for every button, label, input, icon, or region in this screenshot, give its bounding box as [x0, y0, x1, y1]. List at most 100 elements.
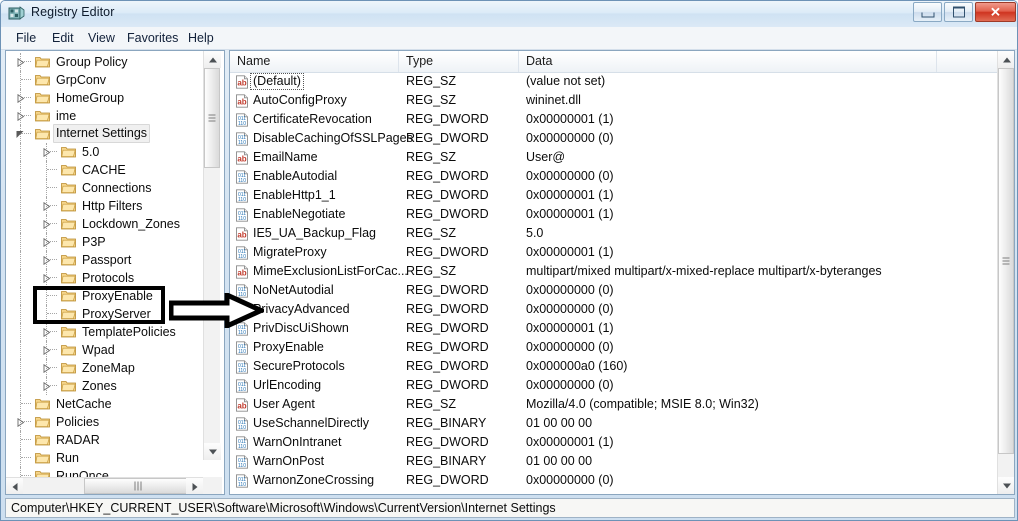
tree-node-passport[interactable]: Passport [6, 251, 202, 269]
tree-node-internet-settings[interactable]: Internet Settings [6, 124, 202, 143]
tree-node-policies[interactable]: Policies [6, 413, 202, 431]
tree-node-proxyserver[interactable]: ProxyServer [6, 305, 202, 323]
tree-node-http-filters[interactable]: Http Filters [6, 197, 202, 215]
tree-node-run[interactable]: Run [6, 449, 202, 467]
registry-value-row[interactable]: 011 110 ProxyEnable REG_DWORD 0x00000000 (0) [230, 338, 1014, 357]
tree-expander-expanded-icon[interactable] [16, 130, 25, 139]
tree-node-protocols[interactable]: Protocols [6, 269, 202, 287]
tree-node-zonemap[interactable]: ZoneMap [6, 359, 202, 377]
registry-value-row[interactable]: ab EmailName REG_SZ User@ [230, 148, 1014, 167]
tree-node-wpad[interactable]: Wpad [6, 341, 202, 359]
tree-vertical-scrollbar[interactable] [203, 51, 221, 460]
menu-view[interactable]: View [81, 30, 122, 47]
list-scroll-down-button[interactable] [998, 477, 1014, 494]
tree-expander-collapsed-icon[interactable] [42, 328, 51, 337]
registry-value-row[interactable]: ab (Default) REG_SZ (value not set) [230, 72, 1014, 91]
column-header-data[interactable]: Data [519, 51, 937, 72]
registry-value-row[interactable]: 011 110 UrlEncoding REG_DWORD 0x00000000 (0) [230, 376, 1014, 395]
tree-expander-collapsed-icon[interactable] [42, 238, 51, 247]
tree-scroll-up-button[interactable] [204, 51, 221, 68]
minimize-button[interactable] [913, 2, 942, 22]
tree-horizontal-scroll-thumb[interactable] [84, 478, 192, 494]
registry-value-row[interactable]: 011 110 MigrateProxy REG_DWORD 0x00000001 (1… [230, 243, 1014, 262]
registry-value-row[interactable]: 011 110 EnableHttp1_1 REG_DWORD 0x00000001 (… [230, 186, 1014, 205]
tree-expander-collapsed-icon[interactable] [42, 148, 51, 157]
maximize-button[interactable] [944, 2, 973, 22]
tree-node-label: Zones [82, 379, 117, 393]
tree-expander-collapsed-icon[interactable] [16, 58, 25, 67]
registry-value-row[interactable]: 011 110 WarnOnPost REG_BINARY 01 00 00 00 [230, 452, 1014, 471]
tree-expander-collapsed-icon[interactable] [16, 112, 25, 121]
tree-expander-collapsed-icon[interactable] [42, 256, 51, 265]
registry-value-row[interactable]: 011 110 UseSchannelDirectly REG_BINARY 01 00… [230, 414, 1014, 433]
menu-file[interactable]: File [9, 30, 43, 47]
tree-vertical-scroll-thumb[interactable] [204, 68, 220, 168]
registry-value-row[interactable]: 011 110 PrivacyAdvanced REG_DWORD 0x00000000… [230, 300, 1014, 319]
tree-node-zones[interactable]: Zones [6, 377, 202, 395]
menu-edit[interactable]: Edit [45, 30, 81, 47]
tree-node-5-0[interactable]: 5.0 [6, 143, 202, 161]
tree-scroll-down-button[interactable] [204, 443, 221, 460]
registry-value-row[interactable]: ab IE5_UA_Backup_Flag REG_SZ 5.0 [230, 224, 1014, 243]
folder-icon [35, 75, 50, 86]
tree-node-lockdown-zones[interactable]: Lockdown_Zones [6, 215, 202, 233]
value-type: REG_SZ [406, 74, 457, 88]
registry-value-row[interactable]: 011 110 EnableNegotiate REG_DWORD 0x00000001… [230, 205, 1014, 224]
tree-expander-collapsed-icon[interactable] [42, 202, 51, 211]
tree-expander-collapsed-icon[interactable] [42, 364, 51, 373]
value-type: REG_SZ [406, 397, 457, 411]
value-data: 5.0 [526, 226, 544, 240]
list-vertical-scrollbar[interactable] [997, 51, 1014, 494]
registry-value-row[interactable]: 011 110 PrivDiscUiShown REG_DWORD 0x00000001… [230, 319, 1014, 338]
tree-node-group-policy[interactable]: Group Policy [6, 53, 202, 71]
column-header-type[interactable]: Type [399, 51, 519, 72]
tree-node-templatepolicies[interactable]: TemplatePolicies [6, 323, 202, 341]
tree-horizontal-scrollbar[interactable] [6, 477, 203, 494]
tree-node-connections[interactable]: Connections [6, 179, 202, 197]
tree-node-radar[interactable]: RADAR [6, 431, 202, 449]
menu-favorites[interactable]: Favorites [120, 30, 185, 47]
registry-values-list[interactable]: ab (Default) REG_SZ (value not set) ab AutoCo… [230, 72, 1014, 494]
tree-node-p3p[interactable]: P3P [6, 233, 202, 251]
registry-value-row[interactable]: 011 110 WarnonZoneCrossing REG_DWORD 0x00000… [230, 471, 1014, 490]
tree-node-label: ZoneMap [82, 361, 135, 375]
tree-expander-collapsed-icon[interactable] [42, 382, 51, 391]
tree-node-netcache[interactable]: NetCache [6, 395, 202, 413]
svg-text:110: 110 [238, 330, 246, 336]
tree-expander-collapsed-icon[interactable] [42, 220, 51, 229]
dword-value-icon: 011110 [236, 322, 248, 336]
tree-node-grpconv[interactable]: GrpConv [6, 71, 202, 89]
menu-help[interactable]: Help [181, 30, 221, 47]
registry-editor-window: Registry Editor ✕ File Edit View Favorit… [0, 0, 1018, 521]
tree-node-label: CACHE [82, 163, 126, 177]
column-header-name[interactable]: Name [230, 51, 399, 72]
tree-scroll-left-button[interactable] [6, 478, 23, 494]
registry-value-row[interactable]: 011 110 NoNetAutodial REG_DWORD 0x00000000 (… [230, 281, 1014, 300]
registry-value-row[interactable]: ab AutoConfigProxy REG_SZ wininet.dll [230, 91, 1014, 110]
tree-node-label: Run [56, 451, 79, 465]
registry-value-row[interactable]: ab User Agent REG_SZ Mozilla/4.0 (compatibl… [230, 395, 1014, 414]
tree-expander-collapsed-icon[interactable] [16, 94, 25, 103]
registry-value-row[interactable]: 011 110 CertificateRevocation REG_DWORD 0x00… [230, 110, 1014, 129]
tree-node-label: Group Policy [56, 55, 128, 69]
tree-node-ime[interactable]: ime [6, 107, 202, 125]
close-button[interactable]: ✕ [975, 2, 1016, 22]
registry-value-row[interactable]: 011 110 EnableAutodial REG_DWORD 0x00000000 … [230, 167, 1014, 186]
tree-expander-collapsed-icon[interactable] [16, 418, 25, 427]
list-vertical-scroll-thumb[interactable] [998, 68, 1014, 454]
tree-node-homegroup[interactable]: HomeGroup [6, 89, 202, 107]
registry-value-row[interactable]: ab MimeExclusionListForCac... REG_SZ multip… [230, 262, 1014, 281]
tree-expander-collapsed-icon[interactable] [42, 274, 51, 283]
tree-node-proxyenable[interactable]: ProxyEnable [6, 287, 202, 305]
tree-node-cache[interactable]: CACHE [6, 161, 202, 179]
registry-tree[interactable]: Group Policy GrpConv HomeGroup ime Internet … [6, 53, 202, 477]
list-scroll-up-button[interactable] [998, 51, 1014, 68]
registry-value-row[interactable]: 011 110 WarnOnIntranet REG_DWORD 0x00000001 … [230, 433, 1014, 452]
tree-node-runonce[interactable]: RunOnce [6, 467, 202, 477]
registry-value-row[interactable]: 011 110 SecureProtocols REG_DWORD 0x000000a0… [230, 357, 1014, 376]
registry-value-row[interactable]: 011 110 DisableCachingOfSSLPages REG_DWORD 0… [230, 129, 1014, 148]
svg-text:110: 110 [238, 368, 246, 374]
value-data: 0x00000000 (0) [526, 283, 614, 297]
tree-expander-collapsed-icon[interactable] [42, 346, 51, 355]
tree-scroll-right-button[interactable] [186, 478, 203, 494]
